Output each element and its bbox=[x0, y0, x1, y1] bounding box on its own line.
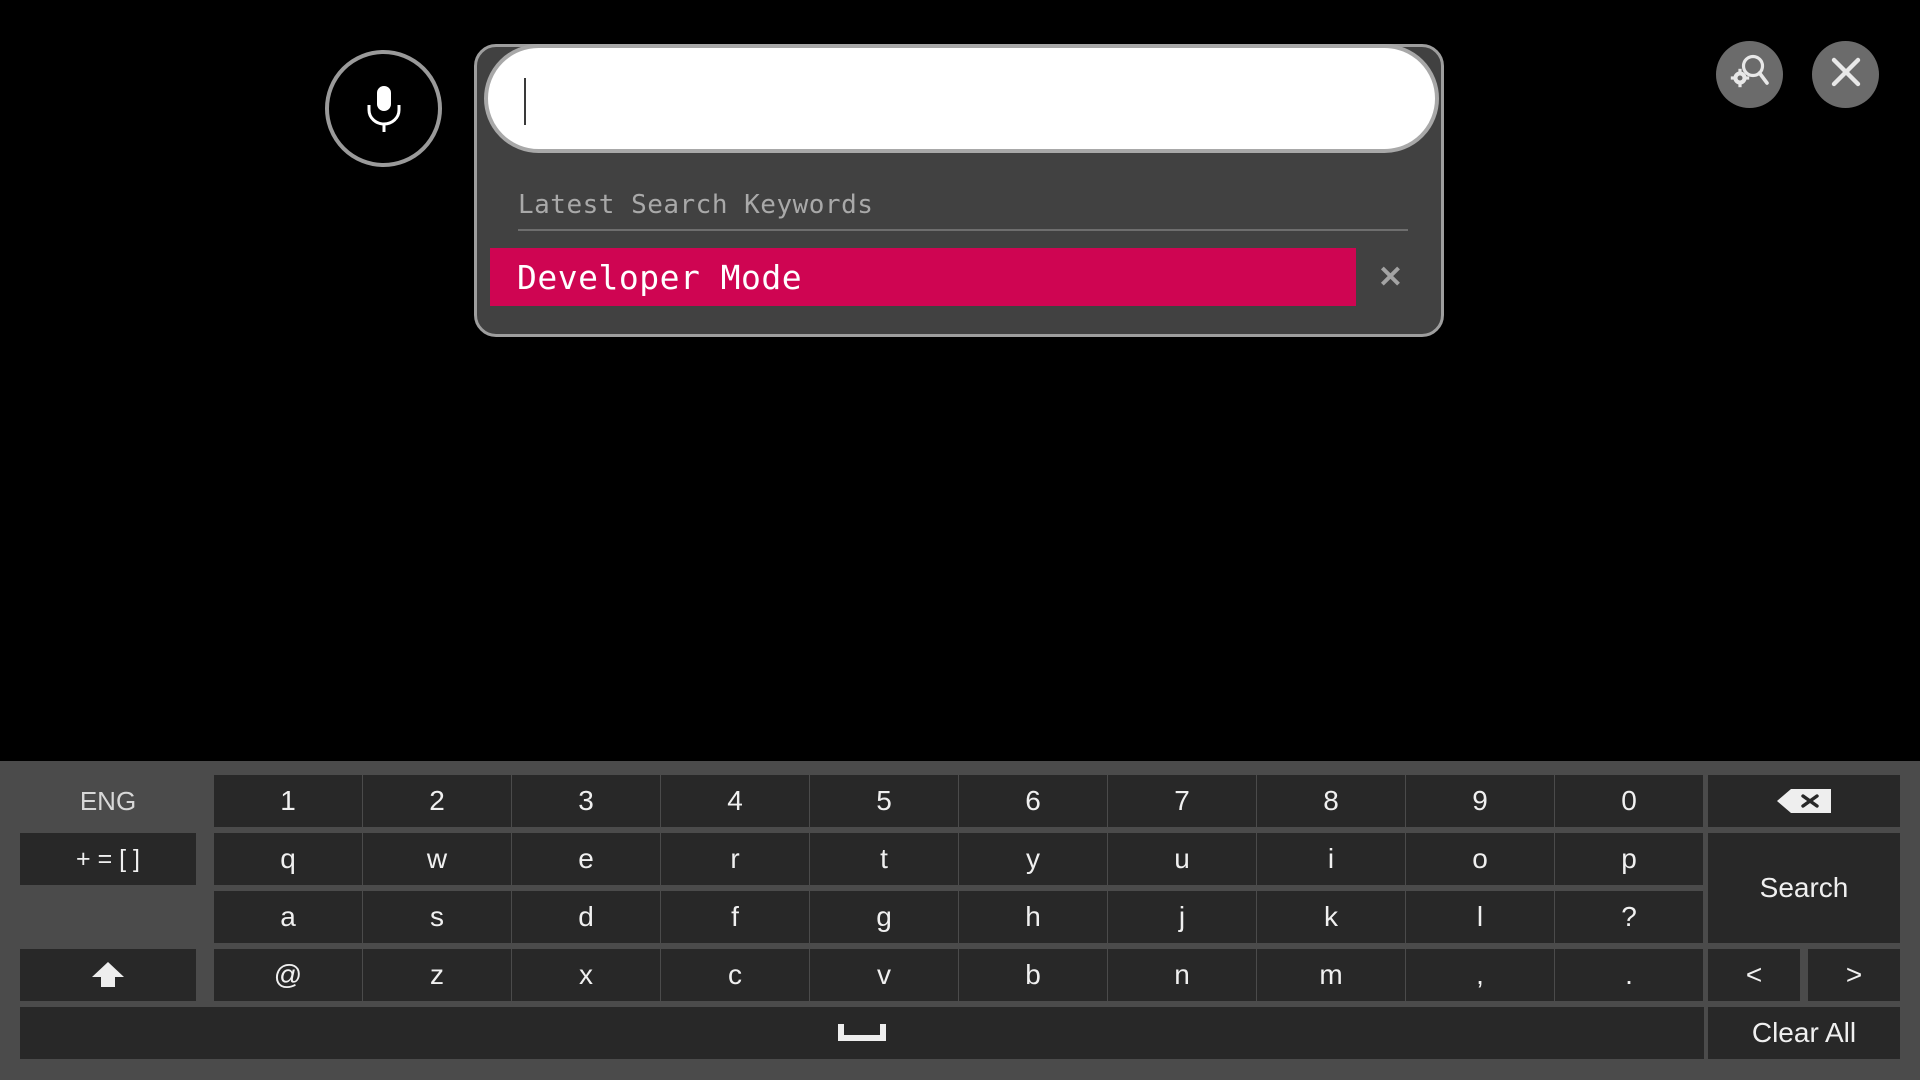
on-screen-keyboard: ENG + = [ ] 1234567890 qwertyuiop asdfghjk… bbox=[0, 758, 1920, 1080]
backspace-key[interactable] bbox=[1708, 775, 1900, 827]
shift-arrow-up-icon bbox=[89, 960, 127, 990]
key-p[interactable]: p bbox=[1555, 833, 1703, 885]
space-key[interactable] bbox=[20, 1007, 1704, 1059]
text-cursor bbox=[524, 78, 526, 125]
key-u[interactable]: u bbox=[1108, 833, 1256, 885]
next-key[interactable]: > bbox=[1808, 949, 1900, 1001]
key-i[interactable]: i bbox=[1257, 833, 1405, 885]
key-x[interactable]: x bbox=[512, 949, 660, 1001]
key-s[interactable]: s bbox=[363, 891, 511, 943]
key-n[interactable]: n bbox=[1108, 949, 1256, 1001]
key-c[interactable]: c bbox=[661, 949, 809, 1001]
prev-key[interactable]: < bbox=[1708, 949, 1800, 1001]
key-3[interactable]: 3 bbox=[512, 775, 660, 827]
keyword-chip-selected[interactable]: Developer Mode bbox=[490, 248, 1356, 306]
key-e[interactable]: e bbox=[512, 833, 660, 885]
key-y[interactable]: y bbox=[959, 833, 1107, 885]
list-item[interactable]: Developer Mode ✕ bbox=[490, 248, 1425, 306]
keyboard-language-label: ENG bbox=[79, 785, 137, 816]
symbol-layout-key[interactable]: + = [ ] bbox=[20, 833, 196, 885]
search-key[interactable]: Search bbox=[1708, 833, 1900, 943]
key-v[interactable]: v bbox=[810, 949, 958, 1001]
key-h[interactable]: h bbox=[959, 891, 1107, 943]
search-overlay-screen: Latest Search Keywords Developer Mode ✕ bbox=[0, 0, 1920, 1080]
clear-all-key[interactable]: Clear All bbox=[1708, 1007, 1900, 1059]
key-2[interactable]: 2 bbox=[363, 775, 511, 827]
shift-key[interactable] bbox=[20, 949, 196, 1001]
search-settings-button[interactable] bbox=[1716, 41, 1783, 108]
key-f[interactable]: f bbox=[661, 891, 809, 943]
key-g[interactable]: g bbox=[810, 891, 958, 943]
key-@[interactable]: @ bbox=[214, 949, 362, 1001]
keyword-label: Developer Mode bbox=[517, 257, 803, 297]
search-settings-icon bbox=[1729, 51, 1771, 98]
key-o[interactable]: o bbox=[1406, 833, 1554, 885]
key-7[interactable]: 7 bbox=[1108, 775, 1256, 827]
key-1[interactable]: 1 bbox=[214, 775, 362, 827]
backspace-delete-icon bbox=[1775, 787, 1833, 815]
key-4[interactable]: 4 bbox=[661, 775, 809, 827]
key-?[interactable]: ? bbox=[1555, 891, 1703, 943]
key-r[interactable]: r bbox=[661, 833, 809, 885]
microphone-button[interactable] bbox=[325, 50, 442, 167]
key-k[interactable]: k bbox=[1257, 891, 1405, 943]
key-d[interactable]: d bbox=[512, 891, 660, 943]
key-0[interactable]: 0 bbox=[1555, 775, 1703, 827]
key-a[interactable]: a bbox=[214, 891, 362, 943]
latest-search-keywords-label: Latest Search Keywords bbox=[518, 190, 1408, 231]
key-9[interactable]: 9 bbox=[1406, 775, 1554, 827]
search-field-container[interactable] bbox=[484, 44, 1439, 153]
key-8[interactable]: 8 bbox=[1257, 775, 1405, 827]
key-5[interactable]: 5 bbox=[810, 775, 958, 827]
close-x-icon bbox=[1826, 52, 1866, 97]
key-l[interactable]: l bbox=[1406, 891, 1554, 943]
key-z[interactable]: z bbox=[363, 949, 511, 1001]
space-bar-icon bbox=[835, 1022, 889, 1044]
key-m[interactable]: m bbox=[1257, 949, 1405, 1001]
key-q[interactable]: q bbox=[214, 833, 362, 885]
key-w[interactable]: w bbox=[363, 833, 511, 885]
key-b[interactable]: b bbox=[959, 949, 1107, 1001]
key-t[interactable]: t bbox=[810, 833, 958, 885]
close-button[interactable] bbox=[1812, 41, 1879, 108]
keyword-delete-icon[interactable]: ✕ bbox=[1356, 248, 1425, 306]
key-.[interactable]: . bbox=[1555, 949, 1703, 1001]
key-j[interactable]: j bbox=[1108, 891, 1256, 943]
key-6[interactable]: 6 bbox=[959, 775, 1107, 827]
key-,[interactable]: , bbox=[1406, 949, 1554, 1001]
microphone-icon bbox=[362, 83, 406, 135]
search-input[interactable] bbox=[488, 48, 1435, 149]
